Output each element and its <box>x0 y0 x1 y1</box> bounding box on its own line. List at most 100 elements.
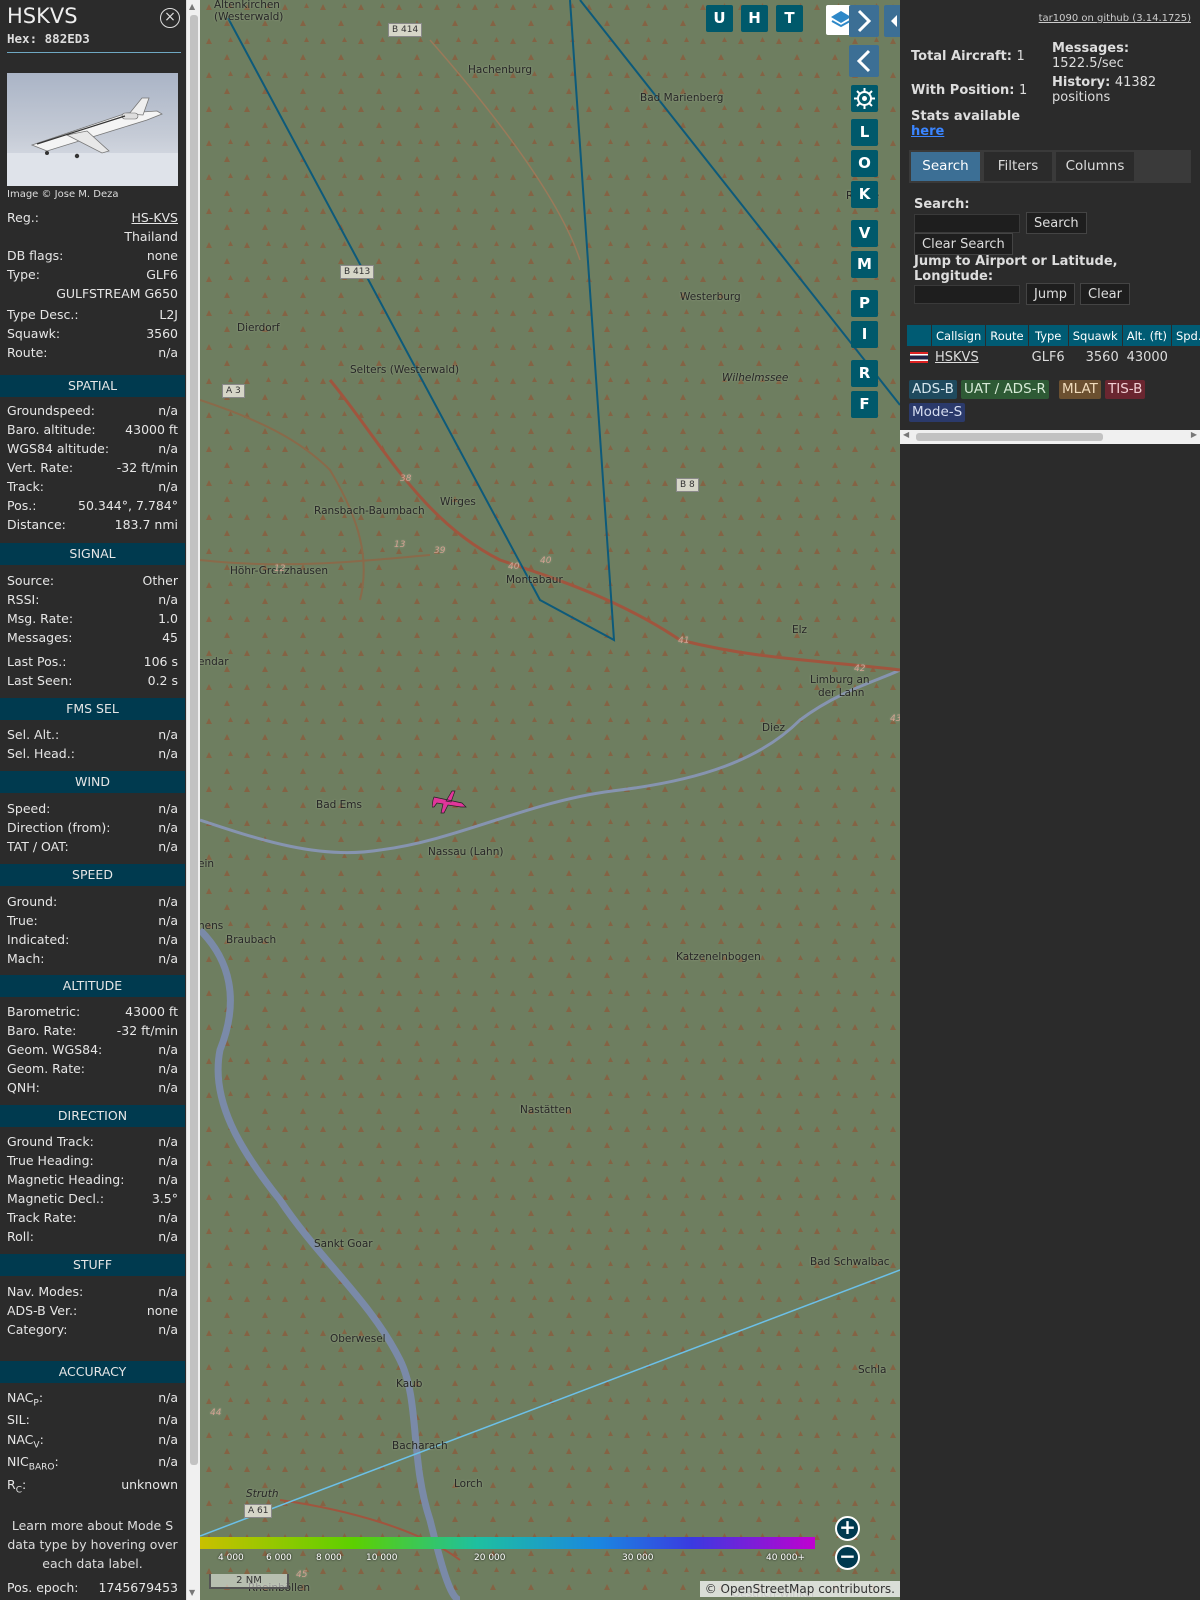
field-label: Messages: <box>7 630 73 645</box>
map-background <box>200 0 900 1600</box>
clear-search-button[interactable]: Clear Search <box>914 233 1013 255</box>
tab-filters[interactable]: Filters <box>984 152 1052 181</box>
scroll-up-icon[interactable]: ▲ <box>189 2 195 11</box>
map-button-v[interactable]: V <box>851 220 878 247</box>
close-icon[interactable]: × <box>160 8 180 28</box>
field-label: Barometric: <box>7 1004 81 1019</box>
tab-columns[interactable]: Columns <box>1056 152 1134 181</box>
expand-collapse-icon[interactable] <box>884 5 900 37</box>
column-header[interactable]: Spd. <box>1171 325 1200 346</box>
table-scrollbar[interactable]: ◀ ▶ <box>900 430 1200 444</box>
field-label: QNH: <box>7 1080 40 1095</box>
column-header[interactable]: Callsign <box>932 325 986 346</box>
field-label: Direction (from): <box>7 820 111 835</box>
altitude-row: Baro. Rate: -32 ft/min <box>7 1023 178 1041</box>
field-value: n/a <box>158 801 178 816</box>
altitude-tick-label: 10 000 <box>366 1553 398 1563</box>
chevron-right-icon[interactable] <box>849 5 879 37</box>
road-number-label: 40 <box>508 562 520 572</box>
scroll-left-icon[interactable]: ◀ <box>903 430 909 439</box>
map-place-label: Limburg an <box>810 674 870 686</box>
map-place-label: ein <box>200 858 215 870</box>
zoom-in-icon[interactable]: + <box>835 1516 860 1541</box>
signal-row: Source: Other <box>7 573 178 591</box>
altitude-tick-label: 8 000 <box>316 1553 342 1563</box>
field-value: n/a <box>158 913 178 928</box>
map-scale: 2 NM <box>209 1574 289 1589</box>
tab-search[interactable]: Search <box>911 152 980 181</box>
field-label: Distance: <box>7 517 66 532</box>
cell-route <box>986 347 1027 368</box>
altitude-row: Barometric: 43000 ft <box>7 1004 178 1022</box>
field-label: WGS84 altitude: <box>7 441 110 456</box>
map-place-label: Altenkirchen <box>214 0 280 11</box>
search-button[interactable]: Search <box>1026 212 1087 234</box>
chevron-left-icon[interactable] <box>849 45 879 77</box>
scrollbar-thumb[interactable] <box>916 433 1103 441</box>
map-button-k[interactable]: K <box>851 181 878 208</box>
field-value: -32 ft/min <box>116 460 178 475</box>
stuff-row: Category: n/a <box>7 1322 178 1340</box>
field-label: Source: <box>7 573 55 588</box>
toolbar-button-1[interactable]: H <box>741 5 768 32</box>
jump-label: Jump to Airport or Latitude, Longitude: <box>914 254 1118 284</box>
map-button-i[interactable]: I <box>851 321 878 348</box>
column-header[interactable]: Squawk <box>1068 325 1122 346</box>
toolbar-button-2[interactable]: T <box>776 5 803 32</box>
zoom-out-icon[interactable]: − <box>835 1545 860 1570</box>
jump-input[interactable] <box>914 285 1020 304</box>
field-value: Other <box>142 573 179 588</box>
with-position: With Position: 1 <box>911 83 1028 98</box>
detail-pos-epoch: Pos. epoch: 1745679453 <box>7 1580 178 1595</box>
section-speed: SPEED <box>0 864 185 886</box>
field-value: n/a <box>158 592 178 607</box>
info-panel-scrollbar[interactable]: ▲ ▼ <box>186 0 200 1600</box>
detail-nacv: NACV: n/a <box>7 1432 178 1451</box>
aircraft-marker-icon[interactable] <box>432 785 468 815</box>
table-row[interactable]: HSKVS GLF6 3560 43000 <box>907 347 1200 368</box>
map-place-label: Schla <box>858 1364 887 1376</box>
field-label: Track Rate: <box>7 1210 77 1225</box>
column-header[interactable]: Type <box>1028 325 1068 346</box>
field-label: Last Pos.: <box>7 654 67 669</box>
field-value: n/a <box>158 1172 178 1187</box>
map-button-f[interactable]: F <box>851 391 878 418</box>
map-button-l[interactable]: L <box>851 119 878 146</box>
column-header[interactable] <box>907 325 931 346</box>
field-value: n/a <box>158 1153 178 1168</box>
scrollbar-thumb[interactable] <box>190 15 198 1465</box>
stats-link[interactable]: here <box>911 124 944 139</box>
field-value: 45 <box>162 630 178 645</box>
map-button-o[interactable]: O <box>851 150 878 177</box>
signal-row: Msg. Rate: 1.0 <box>7 611 178 629</box>
clear-button[interactable]: Clear <box>1080 283 1130 305</box>
spatial-row: Groundspeed: n/a <box>7 403 178 421</box>
reg-link[interactable]: HS-KVS <box>131 210 178 225</box>
jump-button[interactable]: Jump <box>1026 283 1075 305</box>
scroll-right-icon[interactable]: ▶ <box>1191 430 1197 439</box>
map-button-r[interactable]: R <box>851 360 878 387</box>
aircraft-info-panel: HSKVS Hex: 882ED3 × Image © Jose M. Deza… <box>0 0 185 1600</box>
field-value: 3.5° <box>151 1191 178 1206</box>
aircraft-hex: Hex: 882ED3 <box>7 31 90 46</box>
column-header[interactable]: Route <box>986 325 1028 346</box>
map-button-m[interactable]: M <box>851 251 878 278</box>
toolbar-button-0[interactable]: U <box>706 5 733 32</box>
search-input[interactable] <box>914 214 1020 233</box>
osm-link[interactable]: OpenStreetMap <box>721 1582 815 1596</box>
settings-gear-icon[interactable] <box>851 85 878 112</box>
field-value: n/a <box>158 839 178 854</box>
spatial-row: Track: n/a <box>7 479 178 497</box>
map-place-label: Wilhelmssee <box>722 372 789 384</box>
signal-row: Messages: 45 <box>7 630 178 648</box>
cell-callsign[interactable]: HSKVS <box>932 347 985 368</box>
map-button-p[interactable]: P <box>851 290 878 317</box>
github-link[interactable]: tar1090 on github (3.14.1725) <box>1039 13 1191 24</box>
aircraft-photo[interactable] <box>7 73 178 186</box>
map-canvas[interactable]: Altenkirchen (Westerwald) Hachenburg Bad Ma… <box>200 0 900 1600</box>
road-shield: A 61 <box>244 1504 273 1518</box>
scroll-down-icon[interactable]: ▼ <box>189 1588 195 1597</box>
column-header[interactable]: Alt. (ft) <box>1122 325 1171 346</box>
wind-row: Direction (from): n/a <box>7 820 178 838</box>
field-label: Ground: <box>7 894 58 909</box>
